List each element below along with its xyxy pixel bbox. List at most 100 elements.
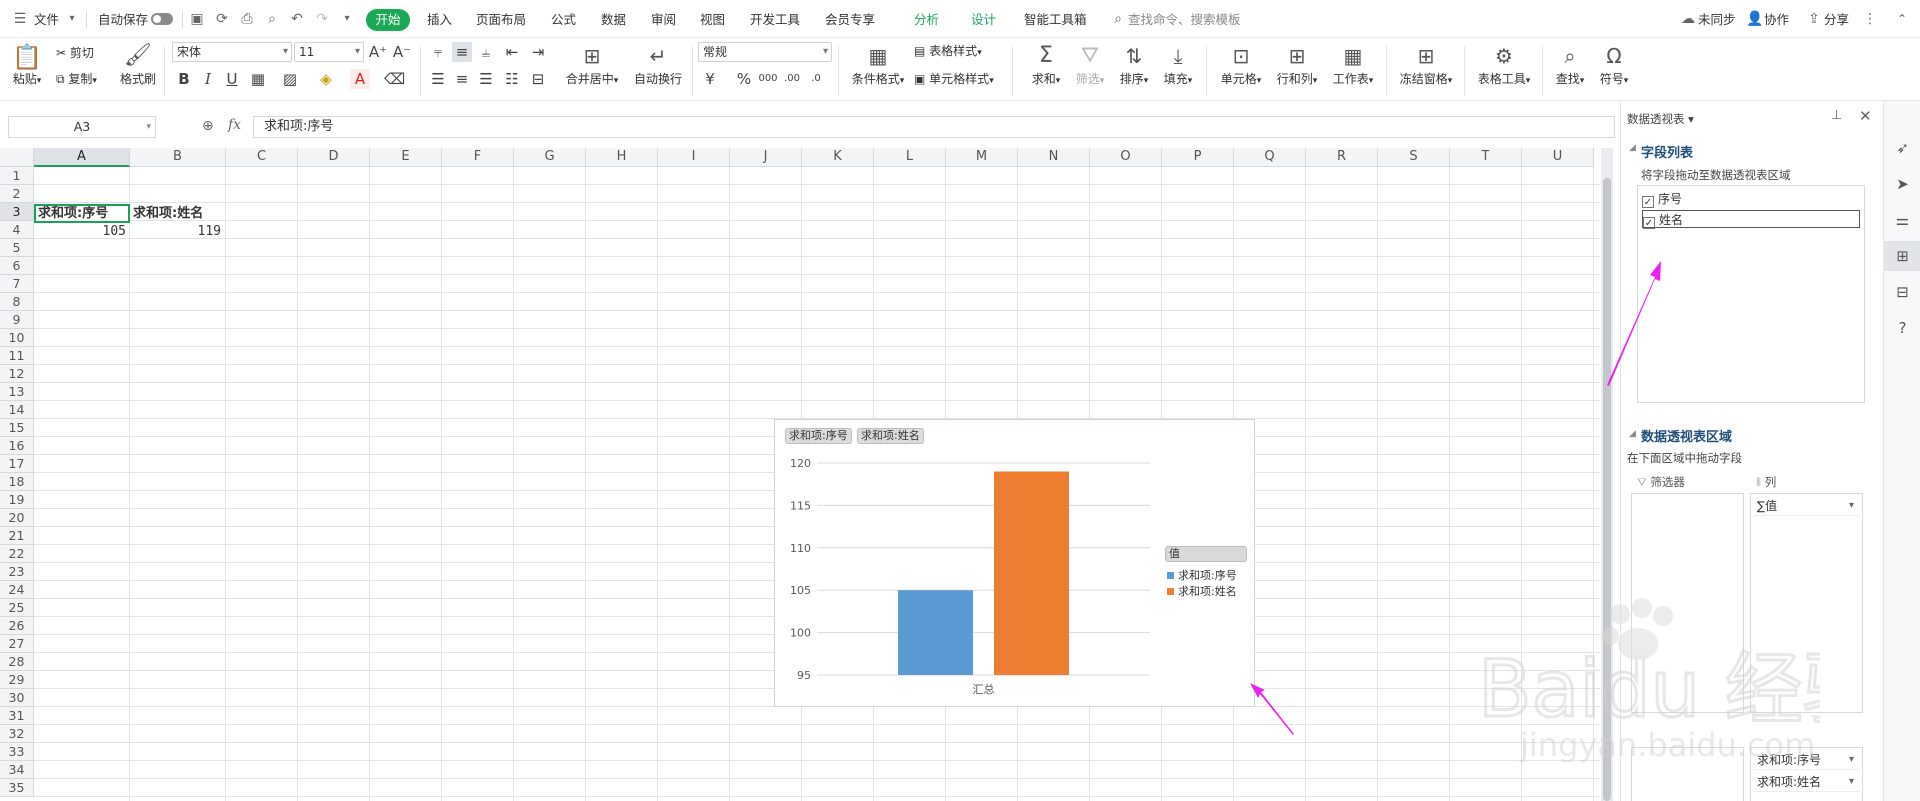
undo-icon[interactable]: ↶	[289, 11, 305, 27]
copy-button[interactable]: ⧉ 复制▾	[56, 70, 97, 87]
field-item-seq[interactable]: ✓ 序号	[1642, 190, 1860, 208]
redo-icon[interactable]: ↷	[314, 11, 330, 27]
file-menu[interactable]: 文件	[34, 0, 59, 38]
distributed-icon[interactable]: ⊟	[528, 69, 548, 89]
row-header-13[interactable]: 13	[0, 383, 34, 401]
row-header-7[interactable]: 7	[0, 275, 34, 293]
collapse-ribbon-icon[interactable]: ⌃	[1894, 11, 1910, 27]
tab-design[interactable]: 设计	[971, 0, 996, 38]
sum-button[interactable]: Σ 求和▾	[1026, 42, 1066, 87]
column-header-M[interactable]: M	[946, 148, 1018, 167]
vertical-scrollbar[interactable]	[1601, 148, 1613, 801]
tab-home[interactable]: 开始	[366, 9, 410, 31]
value-field-name[interactable]: 求和项:姓名	[1753, 772, 1860, 792]
row-header-3[interactable]: 3	[0, 203, 34, 221]
column-header-H[interactable]: H	[586, 148, 658, 167]
print-preview-icon[interactable]: ⌕	[264, 11, 280, 27]
formula-input[interactable]: 求和项:序号	[253, 116, 1615, 138]
row-header-23[interactable]: 23	[0, 563, 34, 581]
name-box[interactable]: A3	[8, 116, 156, 138]
value-field-seq[interactable]: 求和项:序号	[1753, 750, 1860, 770]
tab-review[interactable]: 审阅	[651, 0, 676, 38]
row-header-16[interactable]: 16	[0, 437, 34, 455]
thousands-icon[interactable]: 000	[758, 69, 778, 89]
underline-icon[interactable]: U	[222, 69, 242, 89]
conditional-format-button[interactable]: ▦ 条件格式▾	[848, 42, 908, 87]
column-header-E[interactable]: E	[370, 148, 442, 167]
wrap-text-button[interactable]: ↵ 自动换行	[632, 42, 684, 87]
select-all-corner[interactable]	[0, 148, 34, 167]
cell-b4[interactable]: 119	[131, 223, 224, 241]
cell-a3[interactable]: 求和项:序号	[34, 204, 130, 223]
column-header-I[interactable]: I	[658, 148, 730, 167]
column-header-K[interactable]: K	[802, 148, 874, 167]
chevron-down-icon[interactable]: ▾	[64, 11, 80, 27]
column-header-G[interactable]: G	[514, 148, 586, 167]
row-header-28[interactable]: 28	[0, 653, 34, 671]
cell-button[interactable]: ⊡ 单元格▾	[1216, 42, 1266, 87]
filter-button[interactable]: ⛛ 筛选▾	[1070, 42, 1110, 87]
row-header-9[interactable]: 9	[0, 311, 34, 329]
column-header-L[interactable]: L	[874, 148, 946, 167]
backup-icon[interactable]: ⊟	[1884, 277, 1920, 307]
border-icon[interactable]: ▦	[248, 69, 268, 89]
checkbox-checked-icon[interactable]: ✓	[1643, 217, 1655, 229]
align-left-icon[interactable]: ☰	[428, 69, 448, 89]
tab-page-layout[interactable]: 页面布局	[476, 0, 526, 38]
row-header-33[interactable]: 33	[0, 743, 34, 761]
decrease-font-icon[interactable]: A⁻	[392, 42, 412, 62]
paste-button[interactable]: 📋 粘贴▾	[12, 44, 42, 87]
collapse-icon[interactable]: ◢	[1629, 429, 1636, 439]
column-header-T[interactable]: T	[1450, 148, 1522, 167]
row-header-31[interactable]: 31	[0, 707, 34, 725]
increase-font-icon[interactable]: A⁺	[368, 42, 388, 62]
field-item-name[interactable]: ✓ 姓名	[1642, 210, 1860, 229]
cell-b3[interactable]: 求和项:姓名	[131, 205, 224, 223]
freeze-panes-button[interactable]: ⊞ 冻结窗格▾	[1396, 42, 1456, 87]
column-header-P[interactable]: P	[1162, 148, 1234, 167]
row-header-8[interactable]: 8	[0, 293, 34, 311]
column-header-J[interactable]: J	[730, 148, 802, 167]
font-color-icon[interactable]: A	[350, 69, 370, 89]
bold-icon[interactable]: B	[174, 69, 194, 89]
column-header-O[interactable]: O	[1090, 148, 1162, 167]
row-header-20[interactable]: 20	[0, 509, 34, 527]
row-header-6[interactable]: 6	[0, 257, 34, 275]
rows-columns-button[interactable]: ⊞ 行和列▾	[1272, 42, 1322, 87]
decrease-indent-icon[interactable]: ⇤	[502, 42, 522, 62]
values-area[interactable]: 求和项:序号 求和项:姓名	[1750, 747, 1863, 801]
align-bottom-icon[interactable]: ⫨	[476, 42, 496, 62]
sort-button[interactable]: ⇅ 排序▾	[1114, 42, 1154, 87]
collapse-icon[interactable]: ◢	[1629, 143, 1636, 153]
tab-developer[interactable]: 开发工具	[750, 0, 800, 38]
symbol-button[interactable]: Ω 符号▾	[1594, 42, 1634, 87]
number-format-select[interactable]: 常规	[698, 42, 832, 62]
pivot-table-icon[interactable]: ⊞	[1884, 241, 1920, 271]
decrease-decimal-icon[interactable]: .0	[806, 69, 826, 89]
close-icon[interactable]: ✕	[1859, 107, 1872, 125]
table-tools-button[interactable]: ⚙ 表格工具▾	[1474, 42, 1534, 87]
collaborate-button[interactable]: 协作	[1764, 0, 1789, 38]
customize-toolbar-icon[interactable]: ▾	[339, 11, 355, 27]
rocket-icon[interactable]: ➶	[1884, 133, 1920, 163]
row-header-12[interactable]: 12	[0, 365, 34, 383]
merge-center-button[interactable]: ⊞ 合并居中▾	[562, 42, 622, 87]
fill-button[interactable]: ⤓ 填充▾	[1158, 42, 1198, 87]
row-header-21[interactable]: 21	[0, 527, 34, 545]
row-header-25[interactable]: 25	[0, 599, 34, 617]
format-painter-button[interactable]: 🖌 格式刷	[120, 42, 156, 87]
autosave-toggle[interactable]	[151, 13, 173, 25]
row-header-15[interactable]: 15	[0, 419, 34, 437]
row-header-34[interactable]: 34	[0, 761, 34, 779]
row-header-14[interactable]: 14	[0, 401, 34, 419]
row-header-5[interactable]: 5	[0, 239, 34, 257]
clear-format-icon[interactable]: ⌫	[384, 69, 405, 89]
row-header-26[interactable]: 26	[0, 617, 34, 635]
column-area[interactable]: ∑值	[1750, 493, 1863, 713]
percent-icon[interactable]: %	[734, 69, 754, 89]
pin-icon[interactable]: ⊥	[1831, 108, 1842, 123]
row-header-1[interactable]: 1	[0, 167, 34, 185]
row-header-19[interactable]: 19	[0, 491, 34, 509]
row-header-27[interactable]: 27	[0, 635, 34, 653]
font-family-select[interactable]: 宋体	[172, 42, 292, 62]
